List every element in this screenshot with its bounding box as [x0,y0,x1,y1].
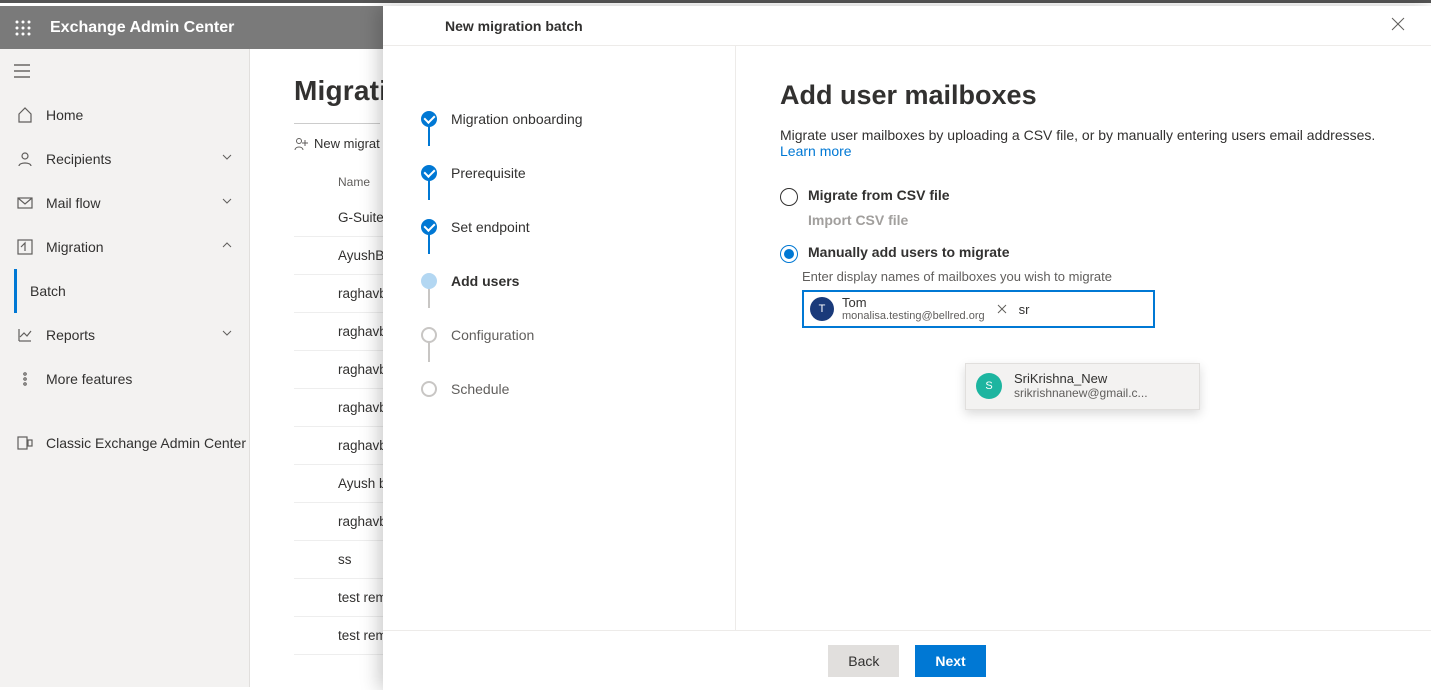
table-row[interactable]: Ayush b [294,465,383,503]
step-add-users[interactable]: Add users [421,254,711,308]
suggestion-dropdown-item[interactable]: S SriKrishna_New srikrishnanew@gmail.c..… [965,363,1200,410]
home-icon [14,107,36,123]
back-button[interactable]: Back [828,645,899,677]
panel-footer: Back Next [383,630,1431,690]
table-row[interactable]: AyushB [294,237,383,275]
classic-icon [14,435,36,451]
step-onboarding[interactable]: Migration onboarding [421,92,711,146]
user-chip-tom: T Tom monalisa.testing@bellred.org [808,294,1013,324]
nav-classic-eac[interactable]: Classic Exchange Admin Center [0,421,249,465]
migration-panel: New migration batch Migration onboarding… [383,6,1431,690]
chevron-down-icon [221,194,233,212]
person-icon [14,151,36,167]
chevron-up-icon [221,238,233,256]
mailbox-text-input[interactable] [1013,298,1113,321]
nav-collapse-button[interactable] [0,49,249,93]
column-header-name: Name [338,175,383,189]
panel-title: New migration batch [445,18,583,34]
close-icon [997,304,1007,314]
table-row[interactable]: G-Suite [294,199,383,237]
step-set-endpoint[interactable]: Set endpoint [421,200,711,254]
table-row[interactable]: raghavb [294,351,383,389]
panel-main: Add user mailboxes Migrate user mailboxe… [736,46,1431,630]
learn-more-link[interactable]: Learn more [780,143,852,159]
next-button[interactable]: Next [915,645,985,677]
table-row[interactable]: test rem [294,579,383,617]
remove-chip-button[interactable] [995,299,1009,319]
mailbox-picker-input[interactable]: T Tom monalisa.testing@bellred.org [802,290,1155,328]
waffle-icon [15,20,31,36]
step-configuration[interactable]: Configuration [421,308,711,362]
nav-batch[interactable]: Batch [14,269,249,313]
divider [294,123,380,124]
main-description: Migrate user mailboxes by uploading a CS… [780,127,1387,159]
nav-migration[interactable]: Migration [0,225,249,269]
close-icon [1391,17,1405,31]
nav-recipients[interactable]: Recipients [0,137,249,181]
close-button[interactable] [1385,9,1411,42]
step-schedule[interactable]: Schedule [421,362,711,416]
avatar: T [810,297,834,321]
avatar: S [976,373,1002,399]
chevron-down-icon [221,150,233,168]
main-heading: Add user mailboxes [780,80,1387,111]
hamburger-icon [14,64,30,78]
radio-icon [780,188,798,206]
page-title: Migrati [294,75,383,107]
table-row[interactable]: raghavb [294,427,383,465]
table-row[interactable]: test rem [294,617,383,655]
nav-more-features[interactable]: More features [0,357,249,401]
radio-icon-selected [780,245,798,263]
table-row[interactable]: raghavb [294,313,383,351]
chevron-down-icon [221,326,233,344]
step-prerequisite[interactable]: Prerequisite [421,146,711,200]
table-row[interactable]: ss [294,541,383,579]
mailbox-input-hint: Enter display names of mailboxes you wis… [802,269,1387,284]
nav-home[interactable]: Home [0,93,249,137]
background-content: Migrati New migrat Name G-SuiteAyushBrag… [250,49,383,687]
migration-icon [14,239,36,255]
radio-manual[interactable]: Manually add users to migrate [780,244,1387,263]
left-nav: Home Recipients Mail flow Migration Batc… [0,49,250,687]
radio-csv[interactable]: Migrate from CSV file [780,187,1387,206]
add-person-icon [294,137,308,151]
nav-reports[interactable]: Reports [0,313,249,357]
table-row[interactable]: raghavb [294,503,383,541]
app-launcher-button[interactable] [0,6,46,49]
brand-title: Exchange Admin Center [46,19,234,37]
reports-icon [14,327,36,343]
import-csv-label: Import CSV file [808,212,1387,228]
table-row[interactable]: raghavb [294,275,383,313]
table-row[interactable]: raghavb [294,389,383,427]
ellipsis-icon [14,371,36,387]
wizard-steps: Migration onboarding Prerequisite Set en… [383,46,736,630]
panel-header: New migration batch [383,6,1431,46]
nav-mailflow[interactable]: Mail flow [0,181,249,225]
new-migration-batch-link[interactable]: New migrat [294,136,383,151]
mail-icon [14,195,36,211]
